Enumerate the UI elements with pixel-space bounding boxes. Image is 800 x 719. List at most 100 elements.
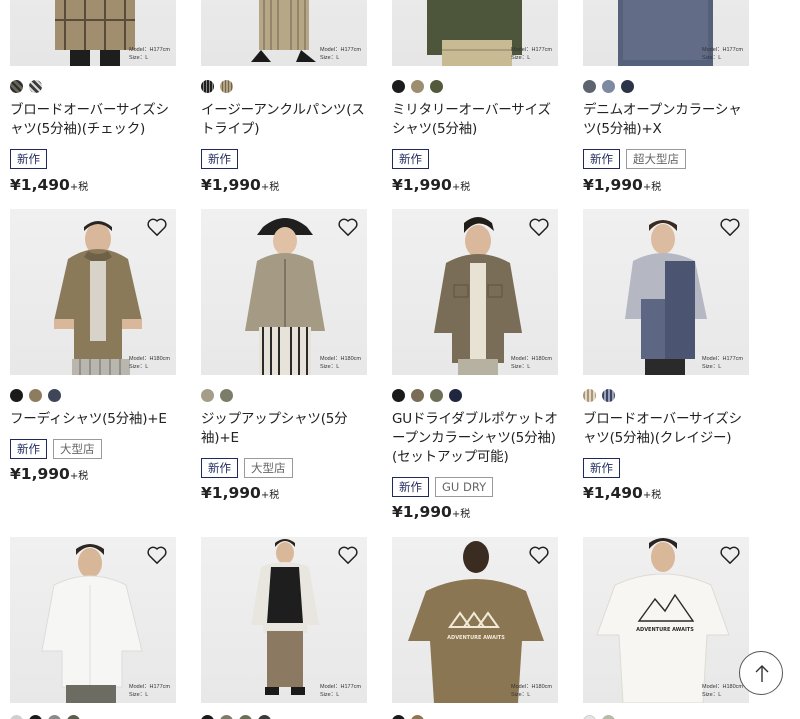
product-card[interactable]: Model：H177cm Size：L (392, 0, 558, 66)
product-title[interactable]: イージーアンクルパンツ(ストライプ) (201, 101, 367, 139)
product-card[interactable]: ADVENTURE AWAITS Model：H180cm Size：L (392, 537, 558, 703)
color-swatch[interactable] (48, 389, 61, 402)
product-title[interactable]: GUドライダブルポケットオープンカラーシャツ(5分袖)(セットアップ可能) (392, 410, 558, 467)
product-image[interactable]: ADVENTURE AWAITS Model：H180cm Size：L (392, 537, 558, 703)
product-title[interactable]: ミリタリーオーバーサイズシャツ(5分袖) (392, 101, 558, 139)
color-swatch[interactable] (392, 389, 405, 402)
product-title[interactable]: ジップアップシャツ(5分袖)+E (201, 410, 367, 448)
color-swatches (392, 715, 424, 719)
color-swatch[interactable] (430, 80, 443, 93)
store-badge: 超大型店 (626, 149, 686, 169)
product-title[interactable]: ブロードオーバーサイズシャツ(5分袖)(チェック) (10, 101, 176, 139)
color-swatch[interactable] (10, 389, 23, 402)
wishlist-heart-icon[interactable] (528, 217, 550, 237)
color-swatch[interactable] (392, 715, 405, 719)
product-price: ¥1,990+税 (201, 484, 280, 502)
color-swatch[interactable] (449, 389, 462, 402)
wishlist-heart-icon[interactable] (337, 545, 359, 565)
color-swatch[interactable] (10, 715, 23, 719)
product-image[interactable]: Model：H177cm Size：L (201, 537, 367, 703)
product-card[interactable]: Model：H177cm Size：L (10, 0, 176, 66)
product-image[interactable]: Model：H180cm Size：L (392, 209, 558, 375)
model-caption: Model：H177cm Size：L (129, 684, 170, 698)
color-swatch[interactable] (621, 80, 634, 93)
wishlist-heart-icon[interactable] (719, 545, 741, 565)
scroll-to-top-button[interactable] (739, 651, 783, 695)
color-swatch[interactable] (411, 80, 424, 93)
color-swatch[interactable] (602, 80, 615, 93)
color-swatch[interactable] (411, 389, 424, 402)
new-badge: 新作 (201, 149, 238, 169)
wishlist-heart-icon[interactable] (146, 217, 168, 237)
color-swatch[interactable] (258, 715, 271, 719)
color-swatches (201, 715, 271, 719)
product-badges: 新作 大型店 (10, 439, 102, 459)
wishlist-heart-icon[interactable] (528, 545, 550, 565)
color-swatch[interactable] (29, 80, 42, 93)
product-title[interactable]: フーディシャツ(5分袖)+E (10, 410, 176, 429)
color-swatch[interactable] (220, 80, 233, 93)
product-price: ¥1,490+税 (583, 484, 662, 502)
product-card[interactable]: ADVENTURE AWAITS Model：H180cm Size：L (583, 537, 749, 703)
color-swatch[interactable] (201, 80, 214, 93)
color-swatch[interactable] (220, 389, 233, 402)
new-badge: 新作 (201, 458, 238, 478)
wishlist-heart-icon[interactable] (337, 217, 359, 237)
product-image[interactable]: ADVENTURE AWAITS Model：H180cm Size：L (583, 537, 749, 703)
color-swatch[interactable] (10, 80, 23, 93)
color-swatch[interactable] (602, 715, 615, 719)
color-swatch[interactable] (411, 715, 424, 719)
product-card[interactable]: Model：H177cm Size：L (10, 537, 176, 703)
color-swatch[interactable] (392, 80, 405, 93)
model-caption: Model：H180cm Size：L (511, 356, 552, 370)
color-swatch[interactable] (239, 715, 252, 719)
product-image[interactable]: Model：H177cm Size：L (583, 209, 749, 375)
product-image[interactable]: Model：H177cm Size：L (10, 537, 176, 703)
product-card[interactable]: Model：H177cm Size：L (583, 0, 749, 66)
product-title[interactable]: デニムオープンカラーシャツ(5分袖)+X (583, 101, 749, 139)
product-image[interactable]: Model：H180cm Size：L (201, 209, 367, 375)
model-caption: Model：H177cm Size：L (702, 356, 743, 370)
color-swatch[interactable] (201, 715, 214, 719)
new-badge: 新作 (583, 149, 620, 169)
product-price: ¥1,990+税 (583, 176, 662, 194)
product-image[interactable]: Model：H177cm Size：L (201, 0, 367, 66)
color-swatches (392, 80, 443, 94)
color-swatch[interactable] (29, 715, 42, 719)
color-swatch[interactable] (430, 389, 443, 402)
color-swatches (201, 80, 233, 94)
color-swatch[interactable] (583, 715, 596, 719)
product-card[interactable]: Model：H180cm Size：L (201, 209, 367, 375)
color-swatches (583, 389, 615, 403)
color-swatch[interactable] (583, 80, 596, 93)
product-image[interactable]: Model：H177cm Size：L (583, 0, 749, 66)
wishlist-heart-icon[interactable] (719, 217, 741, 237)
product-badges: 新作 超大型店 (583, 149, 686, 169)
color-swatch[interactable] (48, 715, 61, 719)
tee-graphic-text: ADVENTURE AWAITS (636, 627, 694, 633)
color-swatches (392, 389, 462, 403)
color-swatch[interactable] (583, 389, 596, 402)
color-swatch[interactable] (29, 389, 42, 402)
new-badge: 新作 (10, 149, 47, 169)
new-badge: 新作 (392, 477, 429, 497)
product-image[interactable]: Model：H177cm Size：L (392, 0, 558, 66)
product-card[interactable]: Model：H180cm Size：L (392, 209, 558, 375)
store-badge: 大型店 (53, 439, 102, 459)
color-swatch[interactable] (201, 389, 214, 402)
model-caption: Model：H177cm Size：L (320, 684, 361, 698)
product-title[interactable]: ブロードオーバーサイズシャツ(5分袖)(クレイジー) (583, 410, 749, 448)
product-image[interactable]: Model：H180cm Size：L (10, 209, 176, 375)
tee-graphic-text: ADVENTURE AWAITS (447, 635, 505, 641)
color-swatches (201, 389, 233, 403)
product-image[interactable]: Model：H177cm Size：L (10, 0, 176, 66)
wishlist-heart-icon[interactable] (146, 545, 168, 565)
product-card[interactable]: Model：H180cm Size：L (10, 209, 176, 375)
product-card[interactable]: Model：H177cm Size：L (201, 537, 367, 703)
color-swatch[interactable] (602, 389, 615, 402)
new-badge: 新作 (392, 149, 429, 169)
product-card[interactable]: Model：H177cm Size：L (583, 209, 749, 375)
color-swatch[interactable] (220, 715, 233, 719)
color-swatch[interactable] (67, 715, 80, 719)
product-card[interactable]: Model：H177cm Size：L (201, 0, 367, 66)
